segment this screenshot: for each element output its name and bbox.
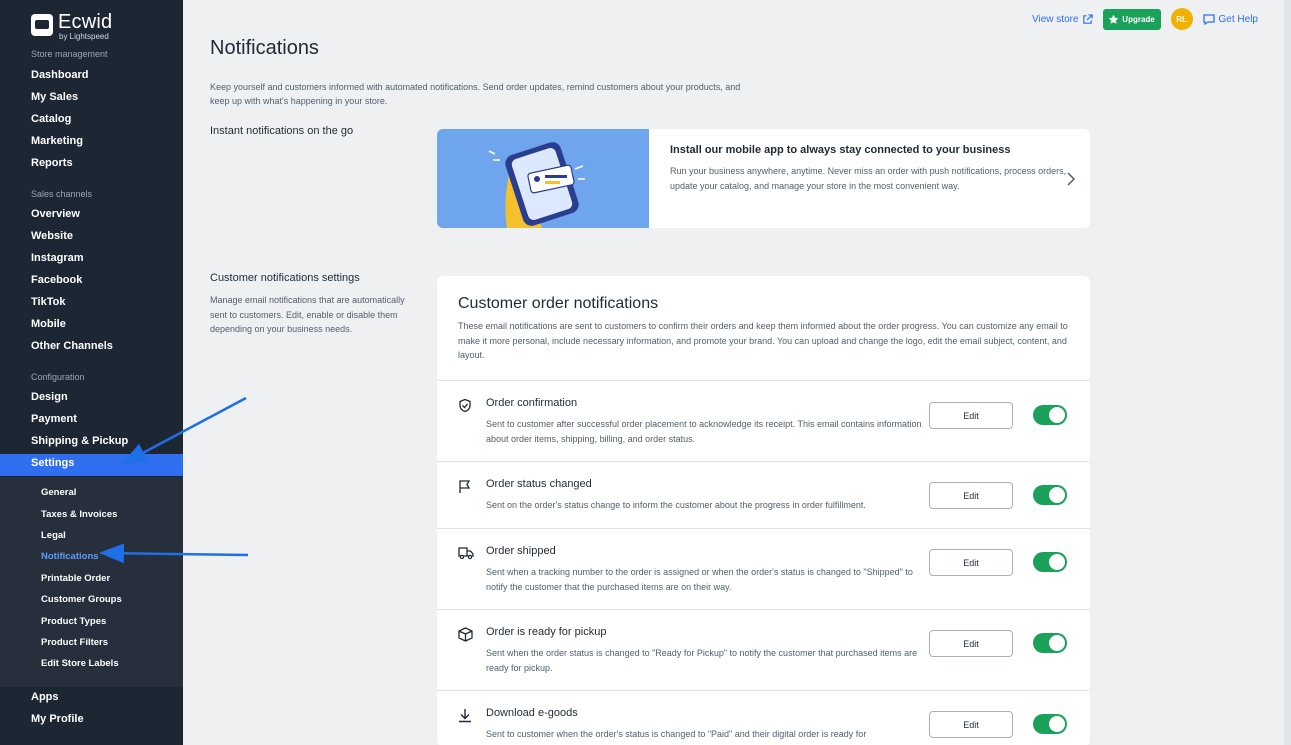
submenu-item-printable-order[interactable]: Printable Order — [41, 573, 110, 584]
page-title: Notifications — [210, 37, 319, 59]
truck-icon — [458, 547, 474, 560]
edit-button[interactable]: Edit — [929, 482, 1013, 509]
sidebar-item-facebook[interactable]: Facebook — [31, 272, 82, 288]
mobile-app-illustration — [437, 129, 649, 228]
sidebar-item-payment[interactable]: Payment — [31, 411, 77, 427]
submenu-item-product-types[interactable]: Product Types — [41, 616, 106, 627]
edit-button[interactable]: Edit — [929, 549, 1013, 576]
notification-toggle[interactable] — [1033, 485, 1067, 505]
notification-row-order-confirmation: Order confirmation Sent to customer afte… — [437, 380, 1090, 461]
notification-description: Sent when the order status is changed to… — [486, 648, 918, 673]
cart-logo-icon — [31, 14, 53, 36]
sidebar-item-apps[interactable]: Apps — [31, 689, 59, 705]
sidebar-item-settings[interactable]: Settings — [0, 454, 183, 476]
flag-icon — [459, 480, 471, 493]
section-title-configuration: Configuration — [31, 372, 85, 382]
chevron-right-icon — [1067, 172, 1076, 186]
settings-submenu: General Taxes & Invoices Legal Notificat… — [0, 477, 183, 687]
customer-settings-label: Customer notifications settings — [210, 272, 360, 284]
sidebar-item-settings-label: Settings — [31, 457, 75, 469]
edit-button[interactable]: Edit — [929, 630, 1013, 657]
external-link-icon — [1082, 13, 1093, 24]
notification-description: Sent to customer when the order's status… — [486, 729, 867, 739]
submenu-item-legal[interactable]: Legal — [41, 530, 66, 541]
sidebar-item-design[interactable]: Design — [31, 389, 68, 405]
mobile-app-description: Run your business anywhere, anytime. Nev… — [670, 166, 1067, 191]
sidebar-item-catalog[interactable]: Catalog — [31, 111, 71, 127]
notification-toggle[interactable] — [1033, 633, 1067, 653]
page-scrollbar[interactable] — [1284, 0, 1291, 745]
sidebar-item-other-channels[interactable]: Other Channels — [31, 338, 113, 354]
sidebar-item-my-sales[interactable]: My Sales — [31, 89, 78, 105]
shield-check-icon — [459, 398, 471, 413]
sidebar: Ecwid by Lightspeed Store management Das… — [0, 0, 183, 745]
notification-row-order-shipped: Order shipped Sent when a tracking numbe… — [437, 528, 1090, 609]
page-description: Keep yourself and customers informed wit… — [210, 82, 741, 106]
section-title-sales-channels: Sales channels — [31, 189, 93, 199]
upgrade-label: Upgrade — [1122, 14, 1155, 24]
brand-sub: by Lightspeed — [59, 32, 109, 41]
notification-description: Sent on the order's status change to inf… — [486, 500, 866, 510]
edit-button[interactable]: Edit — [929, 711, 1013, 738]
submenu-item-edit-store-labels[interactable]: Edit Store Labels — [41, 658, 119, 669]
box-icon — [458, 627, 473, 642]
notification-title: Order is ready for pickup — [486, 626, 607, 638]
submenu-item-notifications[interactable]: Notifications — [41, 551, 99, 562]
star-icon — [1109, 14, 1119, 24]
header-actions: View store Upgrade RL Get Help — [1032, 8, 1258, 30]
brand-name: Ecwid — [58, 11, 113, 33]
section-title-store-management: Store management — [31, 49, 108, 59]
phone-illustration-icon — [488, 142, 585, 228]
customer-order-notifications-card: Customer order notifications These email… — [437, 276, 1090, 745]
notification-title: Order status changed — [486, 478, 592, 490]
notification-description: Sent when a tracking number to the order… — [486, 567, 913, 592]
notification-row-ready-for-pickup: Order is ready for pickup Sent when the … — [437, 609, 1090, 690]
mobile-app-card[interactable]: Install our mobile app to always stay co… — [437, 129, 1090, 228]
sidebar-item-website[interactable]: Website — [31, 228, 73, 244]
submenu-item-taxes-invoices[interactable]: Taxes & Invoices — [41, 509, 117, 520]
brand-logo[interactable]: Ecwid by Lightspeed — [31, 12, 112, 41]
notification-description: Sent to customer after successful order … — [486, 419, 922, 444]
sidebar-item-mobile[interactable]: Mobile — [31, 316, 66, 332]
sidebar-item-dashboard[interactable]: Dashboard — [31, 67, 88, 83]
sidebar-item-shipping-pickup[interactable]: Shipping & Pickup — [31, 433, 128, 449]
upgrade-button[interactable]: Upgrade — [1102, 8, 1161, 30]
notification-row-order-status-changed: Order status changed Sent on the order's… — [437, 461, 1090, 528]
notification-toggle[interactable] — [1033, 714, 1067, 734]
download-icon — [459, 709, 471, 723]
notification-toggle[interactable] — [1033, 552, 1067, 572]
view-store-link[interactable]: View store — [1032, 14, 1093, 25]
sidebar-item-marketing[interactable]: Marketing — [31, 133, 83, 149]
notification-title: Order confirmation — [486, 397, 578, 409]
notification-toggle[interactable] — [1033, 405, 1067, 425]
chat-bubble-icon — [1202, 13, 1215, 25]
submenu-item-general[interactable]: General — [41, 487, 76, 498]
sidebar-item-reports[interactable]: Reports — [31, 155, 73, 171]
customer-settings-description: Manage email notifications that are auto… — [210, 295, 405, 334]
card-title: Customer order notifications — [458, 295, 659, 312]
sidebar-item-tiktok[interactable]: TikTok — [31, 294, 65, 310]
notification-title: Download e-goods — [486, 707, 578, 719]
sidebar-item-instagram[interactable]: Instagram — [31, 250, 84, 266]
sidebar-item-my-profile[interactable]: My Profile — [31, 711, 84, 727]
avatar[interactable]: RL — [1170, 8, 1193, 30]
instant-notifications-label: Instant notifications on the go — [210, 125, 354, 137]
card-description: These email notifications are sent to cu… — [458, 321, 1068, 360]
edit-button[interactable]: Edit — [929, 402, 1013, 429]
mobile-app-title: Install our mobile app to always stay co… — [670, 144, 1011, 156]
get-help-link[interactable]: Get Help — [1202, 13, 1258, 25]
view-store-label: View store — [1032, 13, 1079, 25]
notification-title: Order shipped — [486, 545, 556, 557]
sidebar-item-overview[interactable]: Overview — [31, 206, 80, 222]
get-help-label: Get Help — [1218, 13, 1258, 25]
submenu-item-customer-groups[interactable]: Customer Groups — [41, 594, 122, 605]
submenu-item-product-filters[interactable]: Product Filters — [41, 637, 108, 648]
notification-row-download-egoods: Download e-goods Sent to customer when t… — [437, 690, 1090, 745]
